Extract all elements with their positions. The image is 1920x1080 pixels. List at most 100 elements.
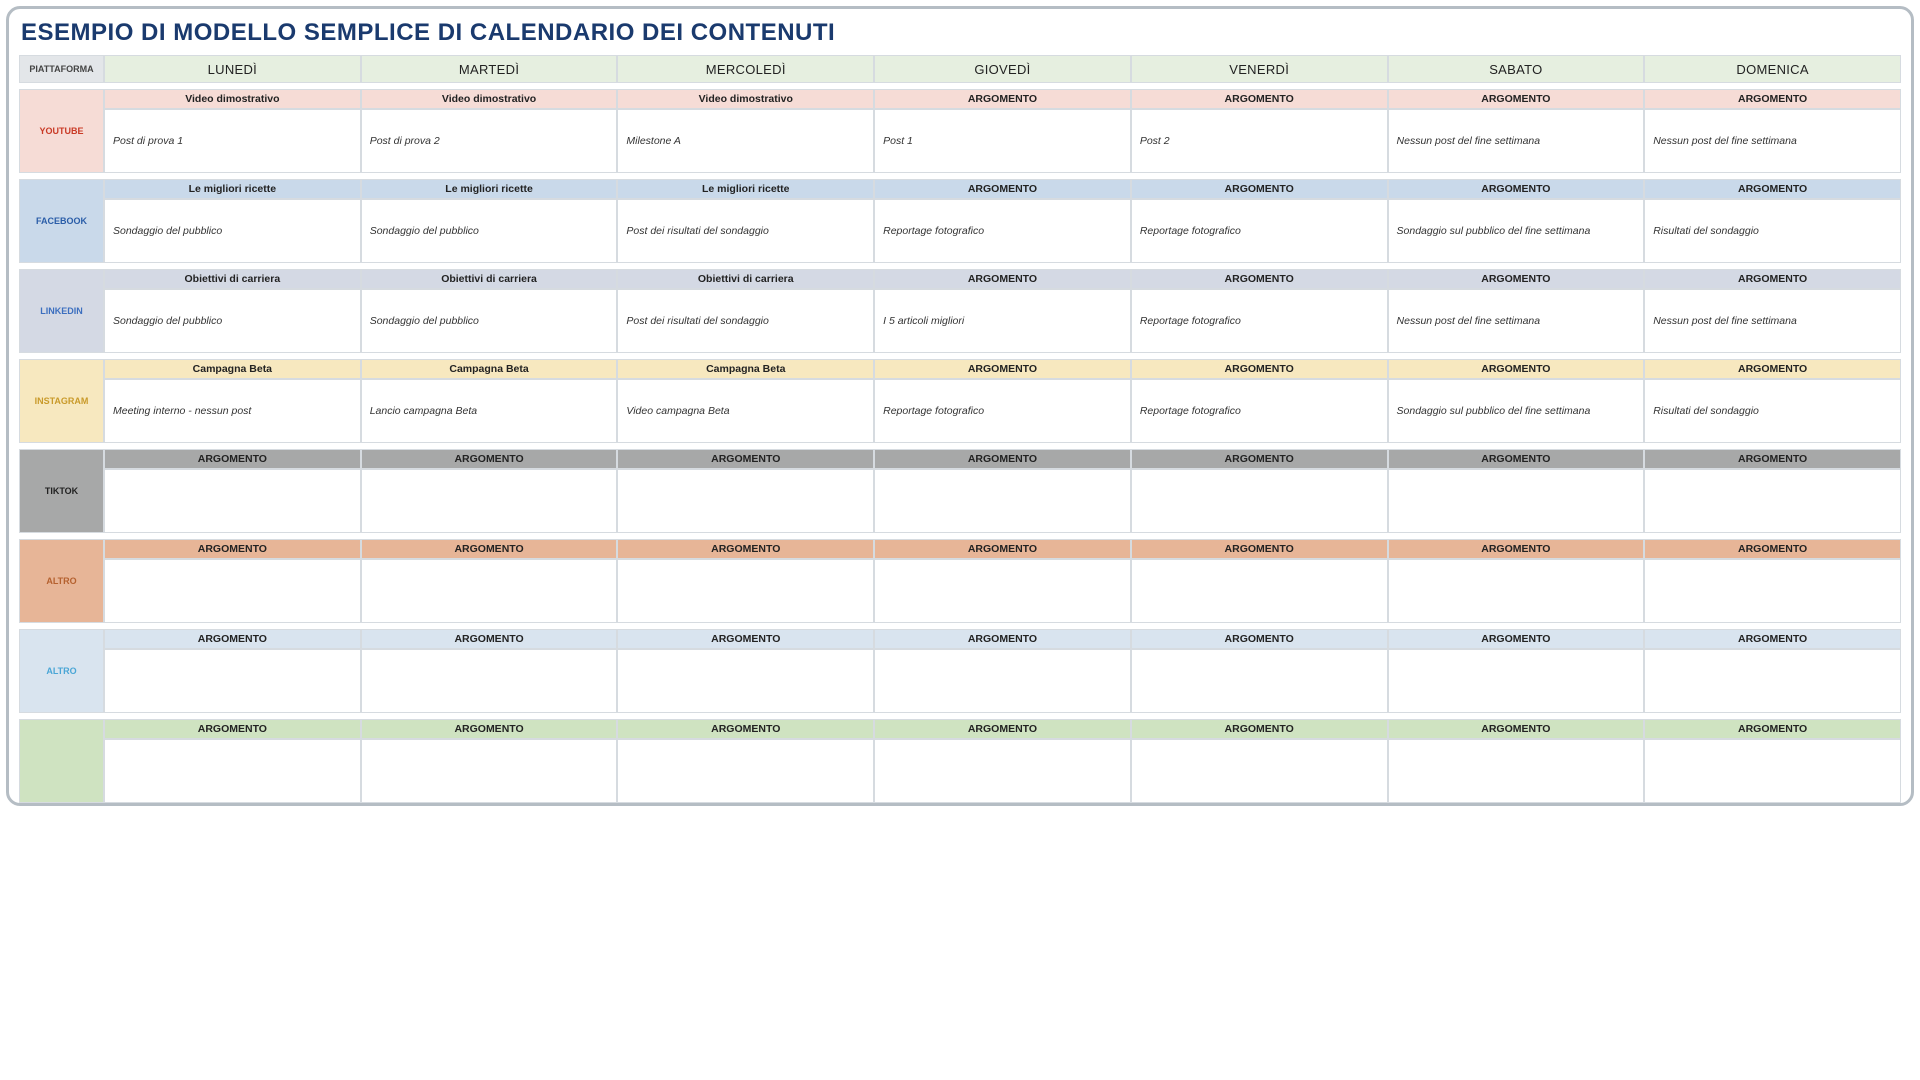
- topic-cell[interactable]: Obiettivi di carriera: [361, 269, 618, 289]
- content-cell[interactable]: Sondaggio del pubblico: [104, 289, 361, 353]
- content-cell[interactable]: [361, 559, 618, 623]
- topic-cell[interactable]: ARGOMENTO: [874, 89, 1131, 109]
- topic-cell[interactable]: Campagna Beta: [104, 359, 361, 379]
- topic-cell[interactable]: ARGOMENTO: [1131, 629, 1388, 649]
- content-cell[interactable]: Nessun post del fine settimana: [1388, 289, 1645, 353]
- topic-cell[interactable]: ARGOMENTO: [361, 719, 618, 739]
- topic-cell[interactable]: ARGOMENTO: [1644, 449, 1901, 469]
- topic-cell[interactable]: ARGOMENTO: [1644, 89, 1901, 109]
- content-cell[interactable]: [1644, 739, 1901, 803]
- content-cell[interactable]: Sondaggio del pubblico: [104, 199, 361, 263]
- topic-cell[interactable]: ARGOMENTO: [1644, 719, 1901, 739]
- content-cell[interactable]: Lancio campagna Beta: [361, 379, 618, 443]
- content-cell[interactable]: [617, 559, 874, 623]
- topic-cell[interactable]: ARGOMENTO: [1644, 179, 1901, 199]
- topic-cell[interactable]: ARGOMENTO: [874, 719, 1131, 739]
- content-cell[interactable]: Sondaggio sul pubblico del fine settiman…: [1388, 199, 1645, 263]
- content-cell[interactable]: I 5 articoli migliori: [874, 289, 1131, 353]
- topic-cell[interactable]: Le migliori ricette: [104, 179, 361, 199]
- content-cell[interactable]: [361, 739, 618, 803]
- content-cell[interactable]: [1388, 739, 1645, 803]
- topic-cell[interactable]: Campagna Beta: [617, 359, 874, 379]
- content-cell[interactable]: Sondaggio del pubblico: [361, 199, 618, 263]
- content-cell[interactable]: Reportage fotografico: [874, 199, 1131, 263]
- content-cell[interactable]: [1388, 559, 1645, 623]
- content-cell[interactable]: [1131, 559, 1388, 623]
- content-cell[interactable]: Risultati del sondaggio: [1644, 379, 1901, 443]
- content-cell[interactable]: Reportage fotografico: [874, 379, 1131, 443]
- topic-cell[interactable]: ARGOMENTO: [361, 539, 618, 559]
- topic-cell[interactable]: ARGOMENTO: [617, 629, 874, 649]
- topic-cell[interactable]: Video dimostrativo: [361, 89, 618, 109]
- topic-cell[interactable]: ARGOMENTO: [1388, 89, 1645, 109]
- topic-cell[interactable]: ARGOMENTO: [1388, 269, 1645, 289]
- content-cell[interactable]: [361, 649, 618, 713]
- content-cell[interactable]: [1131, 469, 1388, 533]
- topic-cell[interactable]: ARGOMENTO: [1388, 719, 1645, 739]
- topic-cell[interactable]: ARGOMENTO: [1388, 359, 1645, 379]
- content-cell[interactable]: Sondaggio sul pubblico del fine settiman…: [1388, 379, 1645, 443]
- topic-cell[interactable]: ARGOMENTO: [1388, 449, 1645, 469]
- content-cell[interactable]: [1644, 559, 1901, 623]
- content-cell[interactable]: Post di prova 1: [104, 109, 361, 173]
- content-cell[interactable]: [874, 469, 1131, 533]
- topic-cell[interactable]: ARGOMENTO: [874, 449, 1131, 469]
- content-cell[interactable]: Meeting interno - nessun post: [104, 379, 361, 443]
- topic-cell[interactable]: ARGOMENTO: [1131, 359, 1388, 379]
- topic-cell[interactable]: ARGOMENTO: [874, 269, 1131, 289]
- content-cell[interactable]: [617, 469, 874, 533]
- content-cell[interactable]: Post 2: [1131, 109, 1388, 173]
- content-cell[interactable]: [104, 559, 361, 623]
- content-cell[interactable]: [617, 649, 874, 713]
- topic-cell[interactable]: ARGOMENTO: [1644, 359, 1901, 379]
- topic-cell[interactable]: Video dimostrativo: [617, 89, 874, 109]
- topic-cell[interactable]: ARGOMENTO: [1644, 539, 1901, 559]
- topic-cell[interactable]: ARGOMENTO: [874, 539, 1131, 559]
- content-cell[interactable]: [1131, 739, 1388, 803]
- content-cell[interactable]: [1388, 469, 1645, 533]
- content-cell[interactable]: Reportage fotografico: [1131, 379, 1388, 443]
- topic-cell[interactable]: Video dimostrativo: [104, 89, 361, 109]
- topic-cell[interactable]: ARGOMENTO: [1131, 449, 1388, 469]
- content-cell[interactable]: Video campagna Beta: [617, 379, 874, 443]
- content-cell[interactable]: Sondaggio del pubblico: [361, 289, 618, 353]
- topic-cell[interactable]: ARGOMENTO: [1388, 179, 1645, 199]
- content-cell[interactable]: [1644, 649, 1901, 713]
- content-cell[interactable]: Post dei risultati del sondaggio: [617, 199, 874, 263]
- topic-cell[interactable]: ARGOMENTO: [617, 539, 874, 559]
- topic-cell[interactable]: ARGOMENTO: [1644, 629, 1901, 649]
- topic-cell[interactable]: ARGOMENTO: [617, 449, 874, 469]
- content-cell[interactable]: [1131, 649, 1388, 713]
- topic-cell[interactable]: ARGOMENTO: [1644, 269, 1901, 289]
- content-cell[interactable]: [104, 469, 361, 533]
- topic-cell[interactable]: ARGOMENTO: [1131, 719, 1388, 739]
- topic-cell[interactable]: Obiettivi di carriera: [617, 269, 874, 289]
- content-cell[interactable]: Nessun post del fine settimana: [1388, 109, 1645, 173]
- content-cell[interactable]: [874, 559, 1131, 623]
- topic-cell[interactable]: ARGOMENTO: [1131, 539, 1388, 559]
- content-cell[interactable]: Nessun post del fine settimana: [1644, 109, 1901, 173]
- topic-cell[interactable]: ARGOMENTO: [1388, 629, 1645, 649]
- content-cell[interactable]: Milestone A: [617, 109, 874, 173]
- content-cell[interactable]: Post di prova 2: [361, 109, 618, 173]
- topic-cell[interactable]: ARGOMENTO: [104, 719, 361, 739]
- content-cell[interactable]: [104, 739, 361, 803]
- topic-cell[interactable]: ARGOMENTO: [361, 449, 618, 469]
- content-cell[interactable]: [874, 649, 1131, 713]
- topic-cell[interactable]: Le migliori ricette: [617, 179, 874, 199]
- topic-cell[interactable]: ARGOMENTO: [104, 629, 361, 649]
- topic-cell[interactable]: Campagna Beta: [361, 359, 618, 379]
- content-cell[interactable]: Post dei risultati del sondaggio: [617, 289, 874, 353]
- content-cell[interactable]: [1388, 649, 1645, 713]
- content-cell[interactable]: [1644, 469, 1901, 533]
- topic-cell[interactable]: ARGOMENTO: [361, 629, 618, 649]
- topic-cell[interactable]: ARGOMENTO: [1131, 179, 1388, 199]
- topic-cell[interactable]: ARGOMENTO: [1388, 539, 1645, 559]
- topic-cell[interactable]: ARGOMENTO: [617, 719, 874, 739]
- topic-cell[interactable]: ARGOMENTO: [874, 629, 1131, 649]
- content-cell[interactable]: Nessun post del fine settimana: [1644, 289, 1901, 353]
- content-cell[interactable]: [617, 739, 874, 803]
- content-cell[interactable]: Reportage fotografico: [1131, 199, 1388, 263]
- content-cell[interactable]: Reportage fotografico: [1131, 289, 1388, 353]
- topic-cell[interactable]: ARGOMENTO: [1131, 269, 1388, 289]
